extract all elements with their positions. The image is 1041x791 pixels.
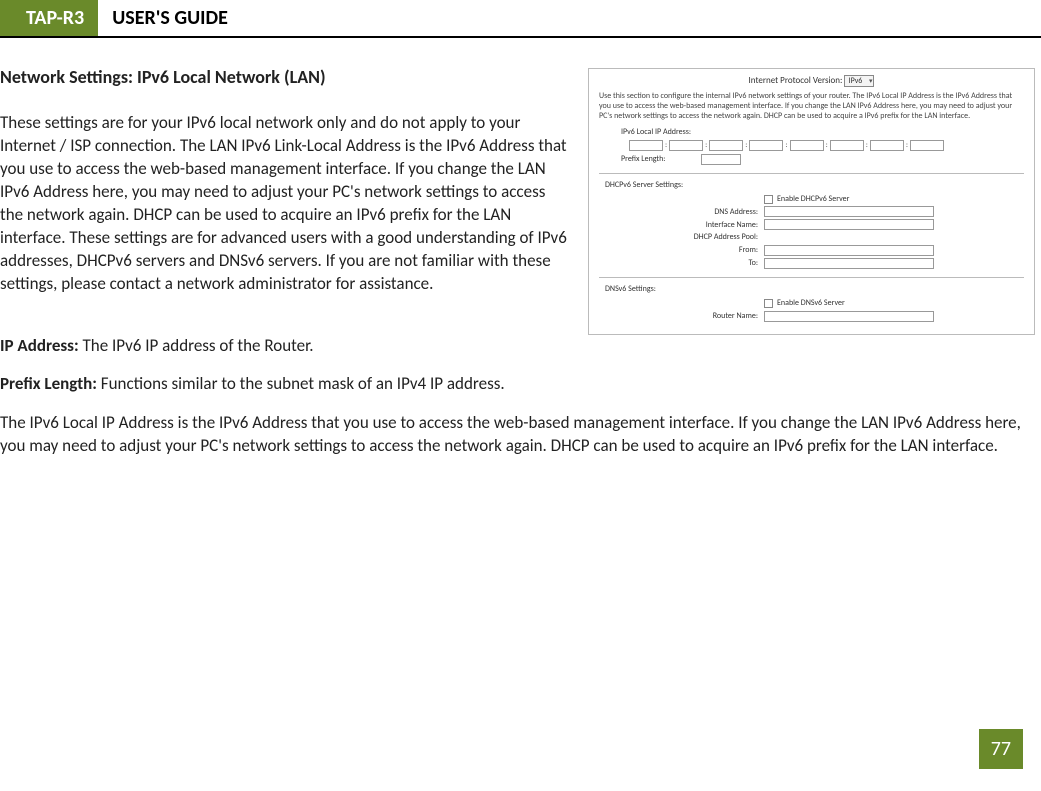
product-model: TAP-R3 — [16, 0, 98, 36]
protocol-version-select[interactable]: IPv6 — [844, 75, 874, 87]
dnsv6-section-title: DNSv6 Settings: — [605, 284, 1024, 294]
protocol-version-row: Internet Protocol Version: IPv6 — [599, 75, 1024, 87]
intro-paragraph: These settings are for your IPv6 local n… — [0, 112, 570, 296]
ip-segment-input[interactable] — [910, 140, 944, 151]
dhcp-section-title: DHCPv6 Server Settings: — [605, 180, 1024, 190]
local-ip-label: IPv6 Local IP Address: — [621, 127, 1024, 137]
prefix-length-definition: Prefix Length: Functions similar to the … — [0, 373, 1035, 396]
from-label: From: — [599, 245, 764, 255]
closing-paragraph: The IPv6 Local IP Address is the IPv6 Ad… — [0, 412, 1035, 458]
ip-segment-input[interactable] — [629, 140, 663, 151]
router-settings-screenshot: Internet Protocol Version: IPv6 Use this… — [588, 68, 1035, 335]
ip-segment-input[interactable] — [669, 140, 703, 151]
enable-dnsv6-checkbox[interactable] — [764, 299, 773, 308]
dns-address-label: DNS Address: — [599, 207, 764, 217]
prefix-length-term: Prefix Length: — [0, 373, 97, 394]
document-header: TAP-R3 USER'S GUIDE — [0, 0, 1041, 38]
ip-address-definition: IP Address: The IPv6 IP address of the R… — [0, 335, 1035, 358]
section-divider — [599, 173, 1024, 174]
ipv6-address-segments: : : : : : : : — [629, 140, 1024, 151]
router-name-label: Router Name: — [599, 311, 764, 321]
to-label: To: — [599, 258, 764, 268]
router-name-input[interactable] — [764, 311, 934, 322]
ip-address-desc: The IPv6 IP address of the Router. — [79, 335, 314, 356]
section-divider — [599, 277, 1024, 278]
pool-from-input[interactable] — [764, 245, 934, 256]
ip-segment-input[interactable] — [870, 140, 904, 151]
protocol-version-label: Internet Protocol Version: — [749, 75, 843, 86]
ip-address-term: IP Address: — [0, 335, 79, 356]
pool-to-input[interactable] — [764, 258, 934, 269]
enable-dhcp-label: Enable DHCPv6 Server — [777, 194, 849, 204]
enable-dhcp-checkbox[interactable] — [764, 195, 773, 204]
ip-segment-input[interactable] — [790, 140, 824, 151]
section-heading: Network Settings: IPv6 Local Network (LA… — [0, 66, 570, 88]
prefix-length-label: Prefix Length: — [621, 154, 701, 164]
dhcp-pool-label: DHCP Address Pool: — [599, 232, 764, 242]
prefix-length-input[interactable] — [701, 154, 741, 165]
prefix-length-desc: Functions similar to the subnet mask of … — [97, 373, 505, 394]
dns-address-input[interactable] — [764, 206, 934, 217]
enable-dnsv6-label: Enable DNSv6 Server — [777, 298, 845, 308]
help-text: Use this section to configure the intern… — [599, 92, 1024, 121]
ip-segment-input[interactable] — [830, 140, 864, 151]
interface-name-label: Interface Name: — [599, 220, 764, 230]
document-title: USER'S GUIDE — [98, 0, 242, 36]
interface-name-input[interactable] — [764, 219, 934, 230]
page-number: 77 — [979, 729, 1023, 769]
ip-segment-input[interactable] — [749, 140, 783, 151]
header-accent-bar — [0, 0, 16, 36]
ip-segment-input[interactable] — [709, 140, 743, 151]
